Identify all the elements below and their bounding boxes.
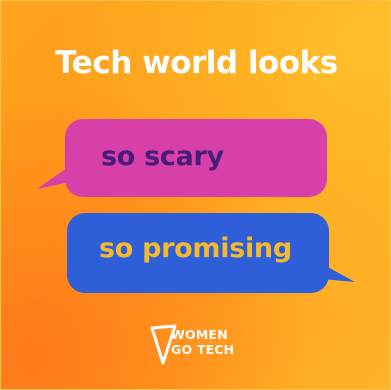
logo-line-1: WOMEN bbox=[171, 327, 228, 342]
women-go-tech-logo: WOMEN GO TECH bbox=[149, 323, 249, 369]
bubble-scary-text: so scary bbox=[101, 141, 224, 172]
logo-line-2: GO TECH bbox=[171, 342, 235, 357]
post-card: Tech world looks so scary so promising W… bbox=[0, 0, 391, 390]
bubble-promising-text: so promising bbox=[99, 233, 292, 264]
